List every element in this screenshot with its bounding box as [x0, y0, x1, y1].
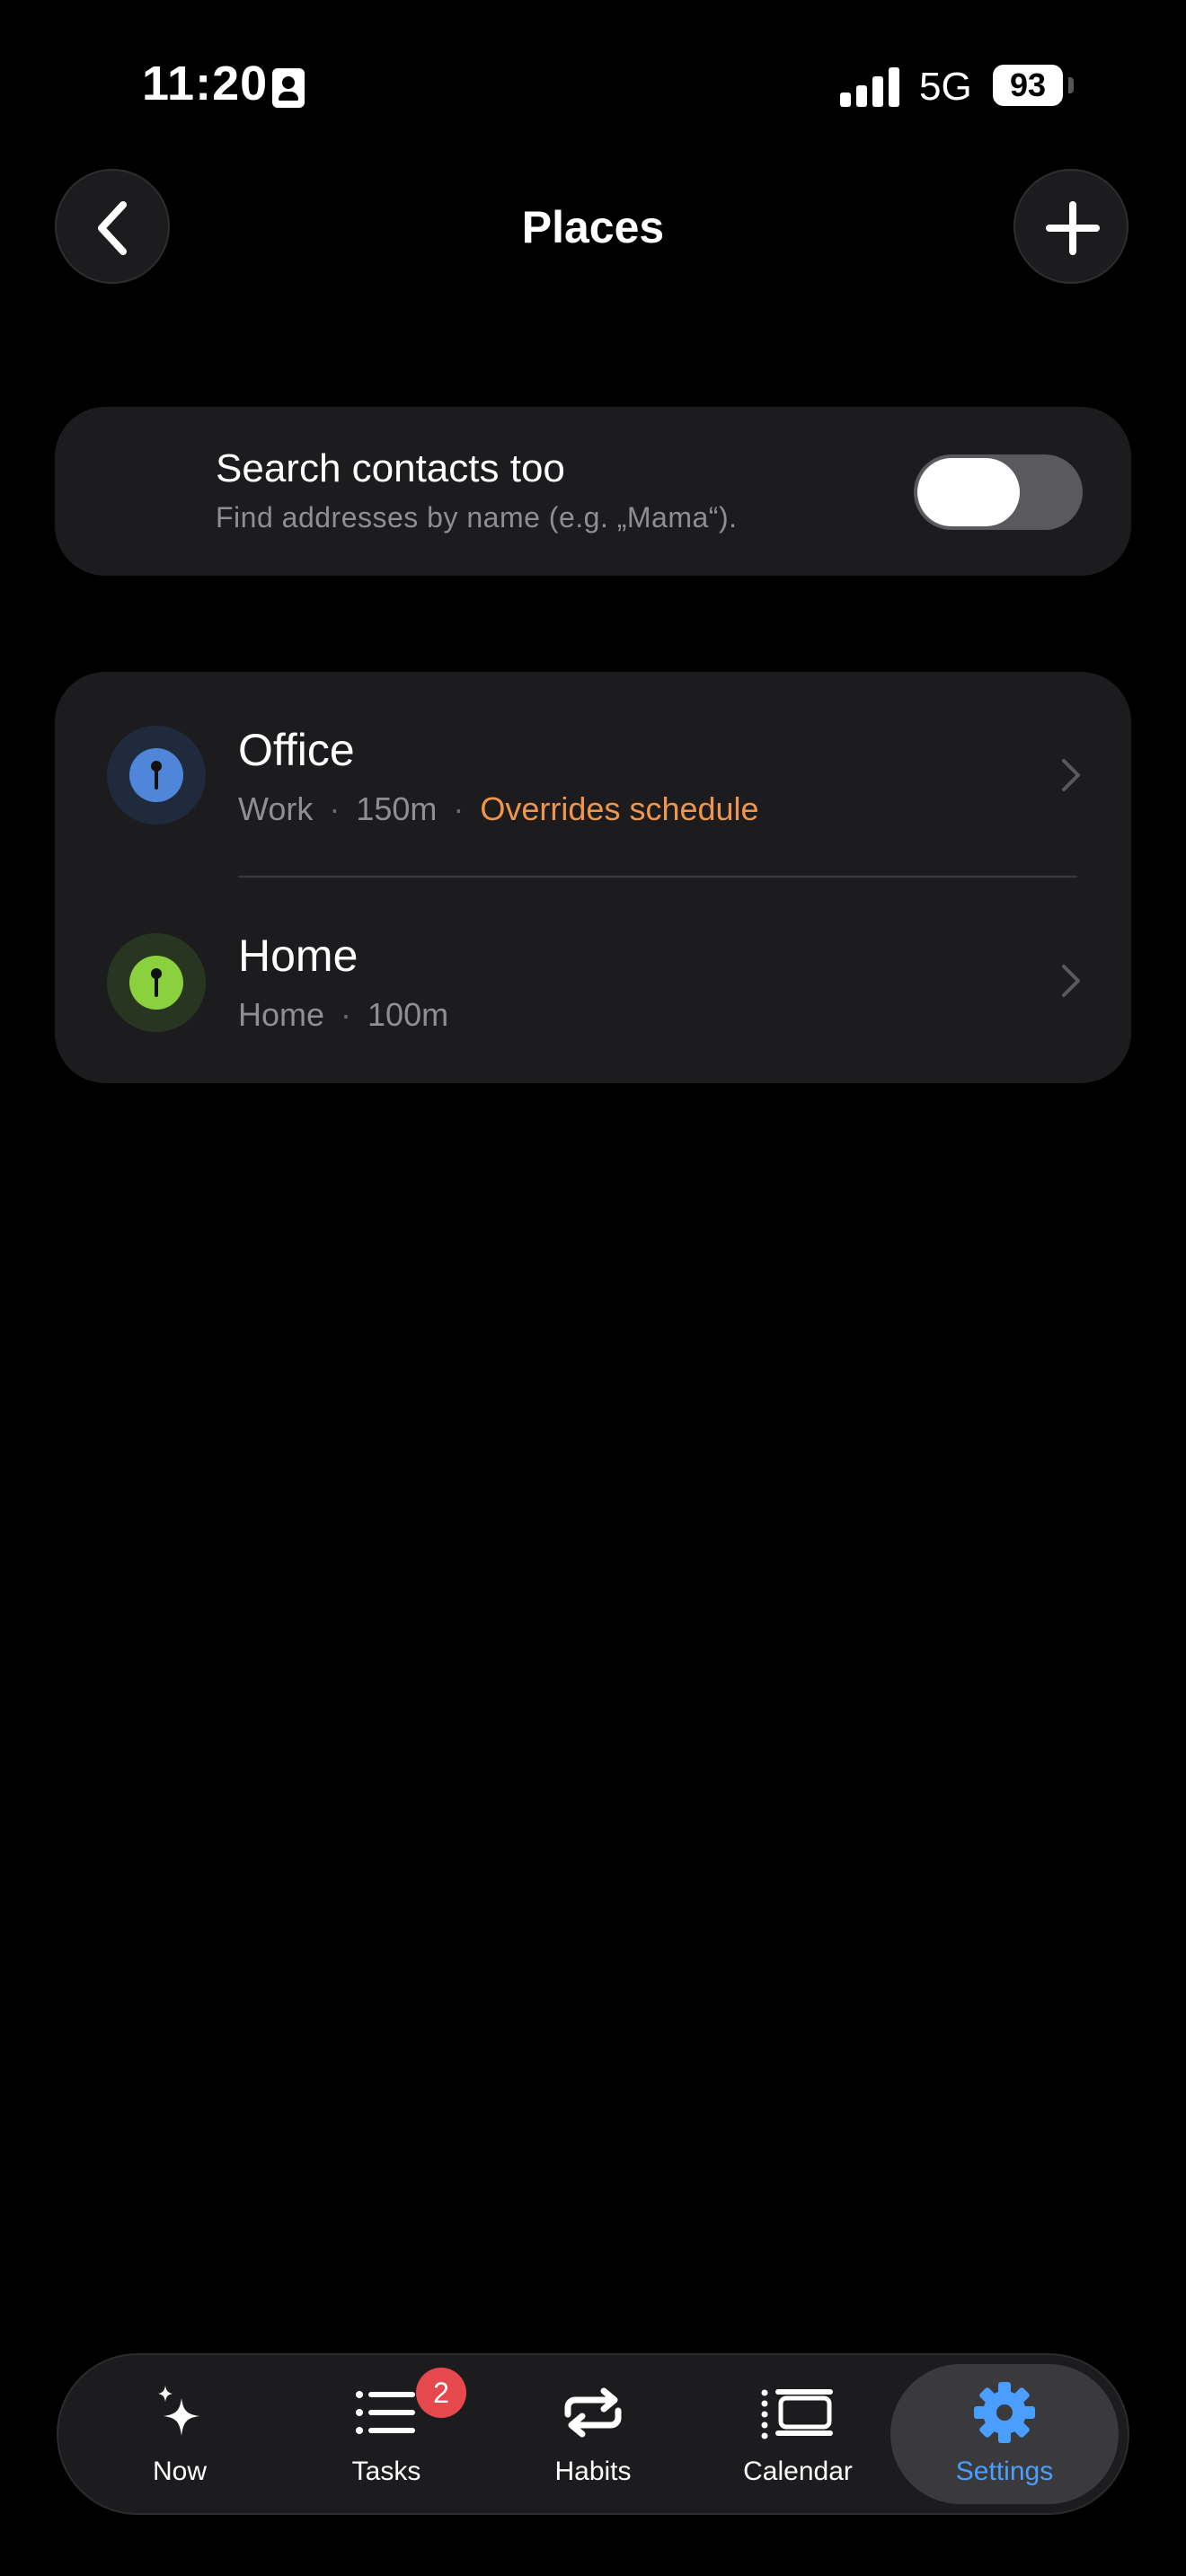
- pin-dot: [129, 956, 183, 1010]
- contacts-search-title: Search contacts too: [216, 446, 565, 490]
- battery-level: 93: [993, 65, 1063, 106]
- tab-label: Calendar: [743, 2457, 853, 2486]
- tab-label: Tasks: [351, 2457, 421, 2486]
- repeat-icon: [564, 2387, 622, 2438]
- cellular-signal-icon: [840, 66, 901, 107]
- place-radius: 100m: [367, 996, 449, 1033]
- contact-card-icon: [272, 68, 305, 108]
- meta-separator: ·: [341, 996, 352, 1033]
- tab-calendar[interactable]: Calendar: [699, 2353, 897, 2515]
- chevron-right-icon: [1062, 965, 1080, 997]
- contacts-search-subtitle: Find addresses by name (e.g. „Mama“).: [216, 501, 738, 534]
- tasks-count-badge: 2: [416, 2368, 466, 2418]
- tab-now[interactable]: Now: [81, 2353, 279, 2515]
- tab-habits[interactable]: Habits: [494, 2353, 692, 2515]
- chevron-right-icon: [1062, 759, 1080, 791]
- meta-separator: ·: [329, 790, 341, 827]
- list-icon: [356, 2391, 415, 2434]
- tab-label: Habits: [554, 2457, 632, 2486]
- place-name: Office: [238, 725, 355, 775]
- contacts-search-toggle[interactable]: [914, 454, 1083, 530]
- place-pin-icon: [107, 933, 206, 1032]
- sparkle-icon: [158, 2386, 199, 2436]
- calendar-icon: [761, 2389, 833, 2439]
- network-type: 5G: [919, 65, 972, 109]
- place-pin-icon: [107, 726, 206, 825]
- add-place-button[interactable]: [1013, 169, 1128, 284]
- place-name: Home: [238, 931, 358, 981]
- place-meta: Work · 150m · Overrides schedule: [238, 790, 759, 828]
- place-type: Work: [238, 790, 314, 827]
- tab-label: Settings: [955, 2457, 1054, 2486]
- pin-stem: [155, 975, 158, 997]
- plus-icon: [1046, 201, 1100, 255]
- page-title: Places: [521, 202, 665, 252]
- place-radius: 150m: [356, 790, 438, 827]
- overrides-schedule-label: Overrides schedule: [480, 790, 759, 827]
- place-meta: Home · 100m: [238, 996, 448, 1034]
- place-row-office[interactable]: Office Work · 150m · Overrides schedule: [55, 672, 1131, 878]
- tab-settings[interactable]: Settings: [906, 2353, 1103, 2515]
- status-time: 11:20: [142, 57, 269, 110]
- pin-dot: [129, 748, 183, 802]
- toggle-knob: [917, 458, 1020, 526]
- place-type: Home: [238, 996, 325, 1033]
- battery-icon: [1068, 77, 1074, 93]
- place-row-home[interactable]: Home Home · 100m: [55, 878, 1131, 1083]
- pin-stem: [155, 768, 158, 790]
- gear-icon: [974, 2382, 1035, 2443]
- tab-label: Now: [152, 2457, 207, 2486]
- meta-separator: ·: [453, 790, 465, 827]
